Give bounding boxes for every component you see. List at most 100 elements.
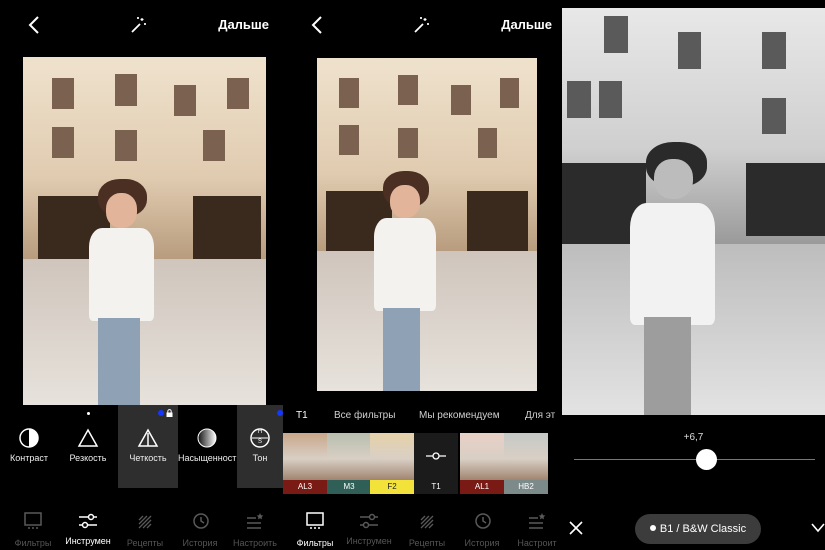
preset-dot [649, 525, 656, 531]
intensity-slider-track[interactable] [574, 459, 815, 460]
nav-label: Рецепты [408, 538, 446, 548]
clarity-triangle-icon [137, 428, 159, 447]
customize-icon [529, 513, 546, 529]
tool-label: Тон [252, 453, 268, 463]
filter-thumb-label: M3 [327, 480, 371, 494]
modified-indicator-dot [87, 412, 90, 415]
nav-tools[interactable]: Инструменты [60, 500, 116, 550]
tool-label: Четкость [129, 453, 167, 463]
tab-all-filters[interactable]: Все фильтры [334, 410, 395, 421]
filter-thumb-image [460, 433, 504, 480]
magic-wand-icon[interactable] [129, 15, 149, 35]
filter-thumb-image [283, 433, 327, 480]
magic-wand-icon[interactable] [412, 15, 432, 35]
preset-label: B1 / B&W Classic [659, 523, 747, 535]
nav-label: Настроить [233, 538, 277, 548]
nav-label: Инструменты [341, 536, 397, 550]
filters-screen: Дальше T1 Все фильтры Мы рекомендуем Для… [283, 0, 559, 550]
nav-label: Настроит [517, 538, 557, 548]
photo-preview [23, 57, 266, 405]
sharpness-triangle-icon [77, 428, 99, 447]
adjust-slider-icon [426, 452, 446, 460]
tool-label: Резкость [69, 453, 107, 463]
top-bar: Дальше [283, 0, 559, 50]
tone-s-letter: S [257, 439, 262, 445]
filter-thumb-t1[interactable]: T1 [414, 433, 458, 494]
nav-label: Фильтры [14, 538, 52, 548]
filter-thumb-hb2[interactable]: HB2 [504, 433, 548, 494]
nav-tools[interactable]: Инструменты [341, 500, 397, 550]
slider-value: +6,7 [683, 432, 704, 443]
filter-thumb-image [504, 433, 548, 480]
filter-thumb-label: T1 [414, 480, 458, 494]
filter-thumb-al3[interactable]: AL3 [283, 433, 327, 494]
tool-saturation[interactable]: Насыщенность [178, 405, 242, 488]
saturation-circle-icon [197, 428, 217, 448]
tool-tone[interactable]: H S Тон [237, 405, 283, 488]
nav-customize[interactable]: Настроит [509, 500, 559, 549]
nav-label-line1: Инструмен [65, 536, 111, 546]
nav-recipes[interactable]: Рецепты [399, 500, 455, 549]
top-bar: Дальше [0, 0, 283, 50]
pro-badge-dot [158, 410, 164, 416]
tool-sharpness[interactable]: Резкость [58, 405, 118, 488]
filters-icon [24, 512, 42, 529]
bw-preset-screen: +6,7 B1 / B&W Classic [562, 0, 825, 550]
photo-preview-bw [562, 8, 825, 415]
customize-icon [247, 513, 264, 529]
filter-thumb-f2[interactable]: F2 [370, 433, 414, 494]
nav-history[interactable]: История [454, 500, 510, 549]
bottom-nav: Фильтры Инструменты Рецепты История Наст… [0, 500, 283, 550]
recipes-icon [138, 515, 152, 529]
filter-thumb-label: HB2 [504, 480, 548, 494]
chevron-down-icon[interactable] [811, 522, 825, 534]
filter-thumbnails: AL3 M3 F2 T1 AL1 HB2 [283, 433, 559, 494]
lock-icon [166, 409, 173, 417]
nav-label: Фильтры [296, 538, 334, 548]
nav-label: Рецепты [126, 538, 164, 548]
intensity-slider-knob[interactable] [696, 449, 718, 470]
tool-label: Насыщенность [178, 453, 242, 463]
bottom-nav: Фильтры Инструменты Рецепты История Наст… [283, 500, 559, 550]
history-icon [475, 513, 491, 529]
filter-thumb-m3[interactable]: M3 [327, 433, 371, 494]
filters-icon [306, 512, 324, 529]
back-chevron-icon[interactable] [24, 14, 46, 36]
recipes-icon [420, 515, 434, 529]
tool-label: Контраст [10, 453, 48, 463]
filter-thumb-label: F2 [370, 480, 414, 494]
nav-filters[interactable]: Фильтры [287, 500, 343, 549]
tools-sliders-icon [79, 513, 97, 529]
nav-label: Инструменты [60, 536, 116, 550]
tools-sliders-icon [360, 513, 378, 529]
filter-thumb-label: AL1 [460, 480, 504, 494]
nav-label: История [464, 538, 500, 548]
back-chevron-icon[interactable] [307, 14, 329, 36]
history-icon [193, 513, 209, 529]
next-button[interactable]: Дальше [218, 17, 269, 32]
tone-h-letter: H [257, 429, 263, 435]
filter-thumb-al1[interactable]: AL1 [460, 433, 504, 494]
nav-filters[interactable]: Фильтры [5, 500, 61, 549]
filter-thumb-label: AL3 [283, 480, 327, 494]
nav-customize[interactable]: Настроить [227, 500, 283, 549]
nav-recipes[interactable]: Рецепты [117, 500, 173, 549]
close-icon[interactable] [568, 520, 584, 536]
contrast-icon [19, 428, 39, 448]
filter-thumb-image [370, 433, 414, 480]
nav-history[interactable]: История [172, 500, 228, 549]
nav-label: История [182, 538, 218, 548]
tool-clarity[interactable]: Четкость [118, 405, 178, 488]
photo-preview [317, 58, 537, 391]
filter-category-tabs: T1 Все фильтры Мы рекомендуем Для эт [283, 404, 559, 428]
nav-label-line1: Инструмен [346, 536, 392, 546]
preset-name-pill[interactable]: B1 / B&W Classic [635, 514, 761, 544]
tool-contrast[interactable]: Контраст [0, 405, 58, 488]
tab-recommended[interactable]: Мы рекомендуем [419, 410, 500, 421]
tab-for-this[interactable]: Для эт [525, 410, 555, 421]
next-button[interactable]: Дальше [501, 17, 552, 32]
filter-thumb-image [327, 433, 371, 480]
tools-row: Контраст Резкость Четкость Насыщенность … [0, 405, 283, 488]
tools-screen: Дальше Контраст Резкость Четкость Насыще… [0, 0, 283, 550]
tab-t1[interactable]: T1 [296, 410, 308, 421]
